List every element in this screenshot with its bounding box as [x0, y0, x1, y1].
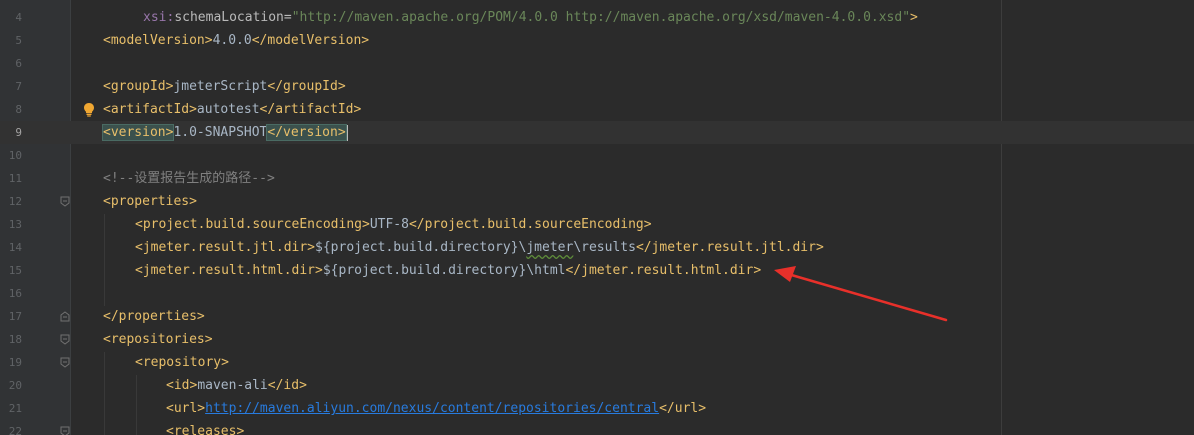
- line-content[interactable]: <groupId>jmeterScript</groupId>: [103, 75, 346, 98]
- line-content[interactable]: </properties>: [103, 305, 205, 328]
- line-number: 22: [8, 425, 22, 435]
- line-number: 17: [8, 310, 22, 323]
- line-number: 8: [15, 103, 22, 116]
- code-line[interactable]: 20 <id>maven-ali</id>: [0, 374, 1194, 397]
- line-number: 21: [8, 402, 22, 415]
- line-content[interactable]: <jmeter.result.jtl.dir>${project.build.d…: [135, 236, 824, 259]
- fold-open-icon[interactable]: [60, 334, 70, 345]
- line-number: 19: [8, 356, 22, 369]
- line-content[interactable]: <version>1.0-SNAPSHOT</version>: [101, 121, 348, 144]
- code-line[interactable]: 19 <repository>: [0, 351, 1194, 374]
- fold-open-icon[interactable]: [60, 426, 70, 435]
- fold-open-icon[interactable]: [60, 357, 70, 368]
- code-line[interactable]: 17 </properties>: [0, 305, 1194, 328]
- repository-url-link[interactable]: http://maven.aliyun.com/nexus/content/re…: [205, 401, 659, 416]
- lightbulb-icon[interactable]: [83, 102, 95, 117]
- line-content[interactable]: <!--设置报告生成的路径-->: [103, 167, 275, 190]
- code-line[interactable]: 6: [0, 52, 1194, 75]
- code-line[interactable]: 12 <properties>: [0, 190, 1194, 213]
- code-line[interactable]: 16: [0, 282, 1194, 305]
- line-content[interactable]: <repositories>: [103, 328, 213, 351]
- line-content[interactable]: <repository>: [135, 351, 229, 374]
- xml-comment: <!--设置报告生成的路径-->: [103, 171, 275, 186]
- code-line[interactable]: 15 <jmeter.result.html.dir>${project.bui…: [0, 259, 1194, 282]
- line-number: 10: [8, 149, 22, 162]
- line-number: 20: [8, 379, 22, 392]
- fold-end-icon[interactable]: [60, 311, 70, 322]
- code-line[interactable]: 8 <artifactId>autotest</artifactId>: [0, 98, 1194, 121]
- line-number: 13: [8, 218, 22, 231]
- line-number: 7: [15, 80, 22, 93]
- code-line[interactable]: 14 <jmeter.result.jtl.dir>${project.buil…: [0, 236, 1194, 259]
- line-number: 5: [15, 34, 22, 47]
- line-number: 4: [15, 11, 22, 24]
- line-number: 14: [8, 241, 22, 254]
- line-number: 18: [8, 333, 22, 346]
- code-line[interactable]: 7 <groupId>jmeterScript</groupId>: [0, 75, 1194, 98]
- line-number: 16: [8, 287, 22, 300]
- code-line[interactable]: 13 <project.build.sourceEncoding>UTF-8</…: [0, 213, 1194, 236]
- line-number: 11: [8, 172, 22, 185]
- code-line[interactable]: 4 xsi:schemaLocation="http://maven.apach…: [0, 6, 1194, 29]
- annotation-arrow-icon: [774, 266, 948, 322]
- code-line[interactable]: 10: [0, 144, 1194, 167]
- matched-close-tag: </version>: [266, 124, 347, 141]
- line-content[interactable]: <project.build.sourceEncoding>UTF-8</pro…: [135, 213, 652, 236]
- line-number: 6: [15, 57, 22, 70]
- line-number: 9: [15, 126, 22, 139]
- line-content[interactable]: <releases>: [166, 420, 244, 435]
- code-line[interactable]: 21 <url>http://maven.aliyun.com/nexus/co…: [0, 397, 1194, 420]
- code-line[interactable]: 11 <!--设置报告生成的路径-->: [0, 167, 1194, 190]
- code-line-current[interactable]: 9 <version>1.0-SNAPSHOT</version>: [0, 121, 1194, 144]
- line-number: 15: [8, 264, 22, 277]
- line-content[interactable]: <jmeter.result.html.dir>${project.build.…: [135, 259, 761, 282]
- line-content[interactable]: <url>http://maven.aliyun.com/nexus/conte…: [166, 397, 706, 420]
- text-caret: [346, 124, 348, 141]
- line-number: 12: [8, 195, 22, 208]
- line-content[interactable]: <id>maven-ali</id>: [166, 374, 307, 397]
- code-line[interactable]: 22 <releases>: [0, 420, 1194, 435]
- code-editor[interactable]: 4 xsi:schemaLocation="http://maven.apach…: [0, 0, 1194, 435]
- line-content[interactable]: <properties>: [103, 190, 197, 213]
- code-line[interactable]: 18 <repositories>: [0, 328, 1194, 351]
- matched-open-tag: <version>: [101, 124, 175, 141]
- code-line[interactable]: 5 <modelVersion>4.0.0</modelVersion>: [0, 29, 1194, 52]
- fold-open-icon[interactable]: [60, 196, 70, 207]
- line-content[interactable]: <modelVersion>4.0.0</modelVersion>: [103, 29, 369, 52]
- line-content[interactable]: <artifactId>autotest</artifactId>: [103, 98, 361, 121]
- line-content[interactable]: xsi:schemaLocation="http://maven.apache.…: [143, 6, 918, 29]
- spelling-warning: jmeter: [526, 240, 574, 255]
